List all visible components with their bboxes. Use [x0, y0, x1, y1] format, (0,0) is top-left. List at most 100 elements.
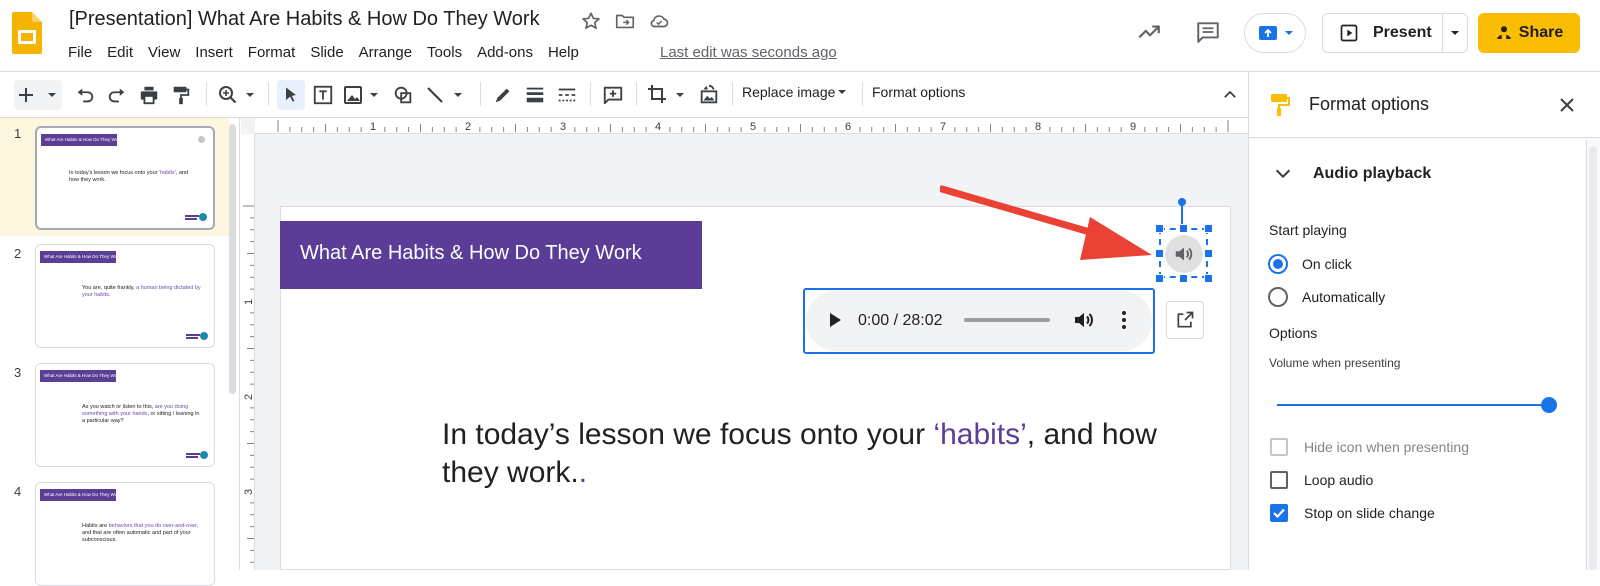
- crop-button[interactable]: [646, 80, 690, 110]
- menu-view[interactable]: View: [148, 42, 187, 63]
- menu-insert[interactable]: Insert: [195, 42, 240, 63]
- loop-audio-label[interactable]: Loop audio: [1304, 472, 1373, 488]
- ruler-ticks: 1 2 3: [242, 205, 255, 563]
- slide-thumbnail[interactable]: What Are Habits & How Do They Work In to…: [35, 126, 215, 230]
- resize-handle[interactable]: [1155, 274, 1164, 283]
- resize-handle[interactable]: [1179, 224, 1188, 233]
- add-comment-icon[interactable]: [600, 80, 626, 110]
- menu-format[interactable]: Format: [248, 42, 303, 63]
- move-folder-icon[interactable]: [614, 10, 636, 32]
- zoom-button[interactable]: [216, 80, 260, 110]
- share-button[interactable]: Share: [1478, 13, 1580, 53]
- comments-icon[interactable]: [1190, 14, 1226, 50]
- present-label: Present: [1373, 24, 1432, 41]
- audio-speaker-icon[interactable]: [1165, 235, 1203, 273]
- resize-handle[interactable]: [1155, 249, 1164, 258]
- resize-handle[interactable]: [1179, 274, 1188, 283]
- line-tool-button[interactable]: [424, 80, 468, 110]
- insert-image-button[interactable]: [342, 80, 384, 110]
- chevron-down-icon[interactable]: [1272, 162, 1294, 184]
- present-dropdown[interactable]: [1443, 14, 1467, 52]
- menu-file[interactable]: File: [68, 42, 99, 63]
- toolbar-divider: [268, 82, 269, 106]
- star-icon[interactable]: [580, 10, 602, 32]
- horizontal-ruler[interactable]: 1 2 3 4 5 6 7 8 9: [255, 118, 1248, 134]
- close-icon[interactable]: [1556, 94, 1578, 116]
- replace-image-button[interactable]: Replace image: [742, 84, 847, 100]
- caret-down-icon: [838, 90, 847, 94]
- present-button[interactable]: Present: [1323, 14, 1443, 52]
- play-icon[interactable]: [822, 308, 846, 332]
- shape-icon[interactable]: [390, 80, 416, 110]
- resize-handle[interactable]: [1204, 274, 1213, 283]
- activity-trend-icon[interactable]: [1131, 14, 1167, 50]
- document-title[interactable]: [Presentation] What Are Habits & How Do …: [69, 8, 540, 31]
- open-in-new-icon: [1177, 311, 1194, 328]
- playback-time: 0:00 / 28:02: [858, 312, 943, 329]
- resize-handle[interactable]: [1155, 224, 1164, 233]
- radio-on-click[interactable]: [1268, 254, 1288, 274]
- volume-slider-track[interactable]: [1277, 404, 1549, 406]
- caret-down-icon: [1451, 31, 1459, 35]
- open-external-button[interactable]: [1166, 301, 1204, 339]
- menu-arrange[interactable]: Arrange: [359, 42, 419, 63]
- print-icon[interactable]: [136, 80, 162, 110]
- thumb-title: What Are Habits & How Do They Work: [40, 370, 116, 382]
- volume-icon[interactable]: [1072, 308, 1096, 332]
- last-edit-link[interactable]: Last edit was seconds ago: [660, 44, 837, 61]
- undo-icon[interactable]: [72, 80, 98, 110]
- slideshow-icon: [1340, 24, 1358, 42]
- ruler-label: 9: [1130, 121, 1136, 133]
- toolbar-divider: [862, 82, 863, 106]
- zoom-icon: [219, 86, 254, 104]
- radio-automatically[interactable]: [1268, 287, 1288, 307]
- rotate-handle[interactable]: [1178, 198, 1186, 206]
- panel-scrollbar[interactable]: [1589, 146, 1597, 570]
- collapse-toolbar-icon[interactable]: [1218, 80, 1242, 110]
- menu-slide[interactable]: Slide: [310, 42, 350, 63]
- resize-handle[interactable]: [1204, 224, 1213, 233]
- volume-label: Volume when presenting: [1269, 356, 1401, 370]
- cloud-saved-icon[interactable]: [648, 10, 670, 32]
- checkbox-hide-icon[interactable]: [1270, 438, 1288, 456]
- checkbox-loop-audio[interactable]: [1270, 471, 1288, 489]
- stop-on-slide-change-label[interactable]: Stop on slide change: [1304, 505, 1435, 521]
- menu-help[interactable]: Help: [548, 42, 586, 63]
- paint-format-icon[interactable]: [168, 80, 194, 110]
- ruler-label: 1: [243, 299, 255, 305]
- slides-logo-icon[interactable]: [12, 12, 42, 54]
- volume-slider-thumb[interactable]: [1541, 397, 1557, 413]
- filmstrip-scrollbar[interactable]: [229, 124, 236, 394]
- playback-progress-bar[interactable]: [964, 318, 1050, 322]
- vertical-ruler[interactable]: 1 2 3: [241, 134, 255, 570]
- slide-title[interactable]: What Are Habits & How Do They Work: [300, 242, 642, 265]
- more-options-icon[interactable]: [1112, 308, 1136, 332]
- hide-icon-label[interactable]: Hide icon when presenting: [1304, 439, 1469, 455]
- textbox-icon[interactable]: [310, 80, 336, 110]
- border-color-icon[interactable]: [490, 80, 516, 110]
- new-slide-button[interactable]: [14, 80, 62, 110]
- reset-image-icon[interactable]: [696, 80, 722, 110]
- slide-body-text[interactable]: In today’s lesson we focus onto your ‘ha…: [442, 416, 1162, 492]
- checkbox-stop-on-slide-change[interactable]: [1270, 504, 1288, 522]
- slide-thumbnail[interactable]: What Are Habits & How Do They Work As yo…: [35, 363, 215, 467]
- slide-thumbnail[interactable]: What Are Habits & How Do They Work Habit…: [35, 482, 215, 586]
- slide-number: 3: [14, 365, 22, 380]
- redo-icon[interactable]: [104, 80, 130, 110]
- slide-thumbnail[interactable]: What Are Habits & How Do They Work You a…: [35, 244, 215, 348]
- image-icon: [344, 86, 378, 104]
- present-to-meeting-button[interactable]: [1244, 13, 1306, 53]
- on-click-label[interactable]: On click: [1302, 256, 1352, 272]
- border-dash-icon[interactable]: [554, 80, 580, 110]
- menu-tools[interactable]: Tools: [427, 42, 469, 63]
- format-options-button[interactable]: Format options: [872, 84, 965, 100]
- ruler-label: 2: [243, 394, 255, 400]
- menu-addons[interactable]: Add-ons: [477, 42, 540, 63]
- automatically-label[interactable]: Automatically: [1302, 289, 1385, 305]
- menu-edit[interactable]: Edit: [107, 42, 140, 63]
- section-title-audio-playback[interactable]: Audio playback: [1313, 165, 1431, 183]
- select-cursor-icon[interactable]: [277, 80, 305, 110]
- border-weight-icon[interactable]: [522, 80, 548, 110]
- toolbar-divider: [480, 82, 481, 106]
- resize-handle[interactable]: [1204, 249, 1213, 258]
